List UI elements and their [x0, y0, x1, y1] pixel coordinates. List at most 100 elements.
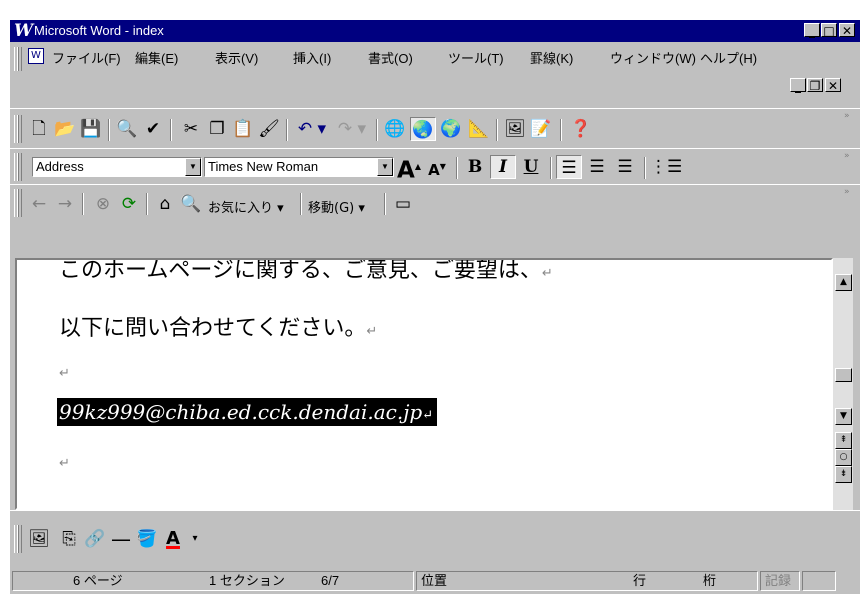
undo-icon[interactable]: ↶ ▾: [292, 117, 332, 141]
bold-button[interactable]: B: [462, 155, 488, 179]
menu-insert[interactable]: 挿入(I): [293, 48, 331, 67]
menu-edit[interactable]: 編集(E): [135, 48, 178, 67]
web-globe-icon[interactable]: 🌏: [410, 117, 436, 141]
empty-paragraph: ↵: [59, 456, 70, 471]
menu-file[interactable]: ファイル(F): [52, 48, 121, 67]
align-right-icon[interactable]: ☰: [612, 155, 638, 179]
doc-close-button[interactable]: ✕: [825, 78, 841, 93]
insert-picture-icon[interactable]: 🖼: [502, 117, 528, 141]
doc-minimize-button[interactable]: _: [790, 78, 806, 93]
menu-grip[interactable]: [14, 47, 22, 71]
open-folder-icon[interactable]: 📂: [52, 117, 78, 141]
toolbar-grip[interactable]: [14, 525, 22, 553]
show-only-web-toolbar-icon[interactable]: ▭: [390, 192, 416, 216]
goto-button[interactable]: 移動(G) ▾: [308, 197, 365, 216]
separator: [170, 119, 172, 141]
spelling-check-icon[interactable]: ✔: [140, 117, 166, 141]
menu-help[interactable]: ヘルプ(H): [700, 48, 757, 67]
vertical-scrollbar[interactable]: ▲ ▼ ⇞ ○ ⇟: [833, 258, 853, 510]
font-select[interactable]: Times New Roman ▼: [204, 157, 394, 177]
stop-icon[interactable]: ⊗: [90, 192, 116, 216]
menu-tools[interactable]: ツール(T): [448, 48, 504, 67]
status-record[interactable]: 記録: [760, 571, 800, 591]
insert-picture-icon[interactable]: 🖼: [26, 527, 52, 551]
previous-page-icon[interactable]: ⇞: [835, 432, 852, 449]
minimize-button[interactable]: _: [804, 23, 820, 38]
scroll-thumb[interactable]: [835, 368, 852, 382]
underline-button[interactable]: U: [518, 155, 544, 179]
toolbar-overflow-icon[interactable]: »: [844, 187, 850, 197]
document-area[interactable]: このホームページに関する、ご意見、ご要望は、↵ 以下に問い合わせてください。↵ …: [15, 258, 833, 510]
formatting-toolbar: Address ▼ Times New Roman ▼ A▲ A▼ B I U …: [10, 148, 860, 185]
search-web-icon[interactable]: 🔍: [178, 192, 204, 216]
drawing-toolbar: 🖼 ⎘ 🔗 — 🪣 A ▾: [10, 510, 860, 570]
web-page-preview-icon[interactable]: 🌍: [438, 117, 464, 141]
forward-arrow-icon[interactable]: →: [52, 192, 78, 216]
line-icon[interactable]: —: [108, 527, 134, 551]
save-icon[interactable]: 💾: [78, 117, 104, 141]
textbox-icon[interactable]: ⎘: [56, 527, 82, 551]
close-button[interactable]: ✕: [839, 23, 855, 38]
toolbar-overflow-icon[interactable]: »: [844, 111, 850, 121]
refresh-icon[interactable]: ⟳: [116, 192, 142, 216]
toolbar-overflow-icon[interactable]: »: [844, 151, 850, 161]
menu-table[interactable]: 罫線(K): [530, 48, 573, 67]
align-left-icon[interactable]: ☰: [556, 155, 582, 179]
toolbar-grip[interactable]: [14, 153, 22, 181]
standard-toolbar: 🗋 📂 💾 🔍 ✔ ✂ ❐ 📋 🖌 ↶ ▾ ↷ ▾ 🌐 🌏 🌍 📐 🖼 📝 ❓ …: [10, 108, 860, 149]
copy-icon[interactable]: ❐: [204, 117, 230, 141]
back-arrow-icon[interactable]: ←: [26, 192, 52, 216]
separator: [146, 193, 148, 215]
home-icon[interactable]: ⌂: [152, 192, 178, 216]
status-bar: 6 ページ 1 セクション 6/7 位置 行 桁 記録: [10, 569, 860, 594]
drawing-icon[interactable]: 📐: [466, 117, 492, 141]
browse-object-icon[interactable]: ○: [835, 449, 852, 466]
paste-icon[interactable]: 📋: [230, 117, 256, 141]
italic-button[interactable]: I: [490, 155, 516, 179]
form-icon[interactable]: 📝: [528, 117, 554, 141]
title-bar[interactable]: W Microsoft Word - index _ □ ✕: [10, 20, 860, 42]
redo-icon[interactable]: ↷ ▾: [332, 117, 372, 141]
next-page-icon[interactable]: ⇟: [835, 466, 852, 483]
separator: [560, 119, 562, 141]
chevron-down-icon[interactable]: ▼: [185, 158, 201, 176]
menu-format[interactable]: 書式(O): [368, 48, 413, 67]
doc-line-2: 以下に問い合わせてください。↵: [59, 316, 378, 341]
toolbar-grip[interactable]: [14, 189, 22, 217]
print-preview-icon[interactable]: 🔍: [114, 117, 140, 141]
status-page-info: 6 ページ 1 セクション 6/7: [12, 571, 414, 591]
grow-font-button[interactable]: A▲: [396, 155, 422, 183]
menu-view[interactable]: 表示(V): [215, 48, 258, 67]
restore-button[interactable]: □: [821, 23, 837, 38]
shrink-font-button[interactable]: A▼: [424, 155, 450, 179]
web-toolbar-icon[interactable]: 🌐: [382, 117, 408, 141]
link-icon[interactable]: 🔗: [82, 527, 108, 551]
document-icon[interactable]: W: [28, 48, 44, 64]
window-title: Microsoft Word - index: [34, 23, 164, 38]
favorites-button[interactable]: お気に入り ▾: [208, 197, 284, 216]
new-document-icon[interactable]: 🗋: [26, 117, 52, 141]
menu-window[interactable]: ウィンドウ(W): [610, 48, 696, 67]
fill-color-icon[interactable]: 🪣: [134, 527, 160, 551]
cut-icon[interactable]: ✂: [178, 117, 204, 141]
status-extra[interactable]: [802, 571, 836, 591]
email-link-selected[interactable]: 99kz999@chiba.ed.cck.dendai.ac.jp↵: [57, 398, 438, 426]
format-painter-icon[interactable]: 🖌: [256, 117, 282, 141]
align-center-icon[interactable]: ☰: [584, 155, 610, 179]
font-color-dropdown-icon[interactable]: ▾: [182, 527, 208, 551]
separator: [108, 119, 110, 141]
empty-paragraph: ↵: [59, 366, 70, 381]
scroll-down-icon[interactable]: ▼: [835, 408, 852, 425]
scroll-up-icon[interactable]: ▲: [835, 274, 852, 291]
toolbar-grip[interactable]: [14, 115, 22, 143]
doc-restore-button[interactable]: ❐: [807, 78, 823, 93]
separator: [644, 157, 646, 179]
status-pages: 6/7: [321, 573, 340, 588]
separator: [82, 193, 84, 215]
separator: [286, 119, 288, 141]
doc-line-1: このホームページに関する、ご意見、ご要望は、↵: [59, 258, 553, 283]
numbered-list-icon[interactable]: ⋮☰: [650, 155, 682, 179]
chevron-down-icon[interactable]: ▼: [377, 158, 393, 176]
help-icon[interactable]: ❓: [568, 117, 594, 141]
style-select[interactable]: Address ▼: [32, 157, 202, 177]
